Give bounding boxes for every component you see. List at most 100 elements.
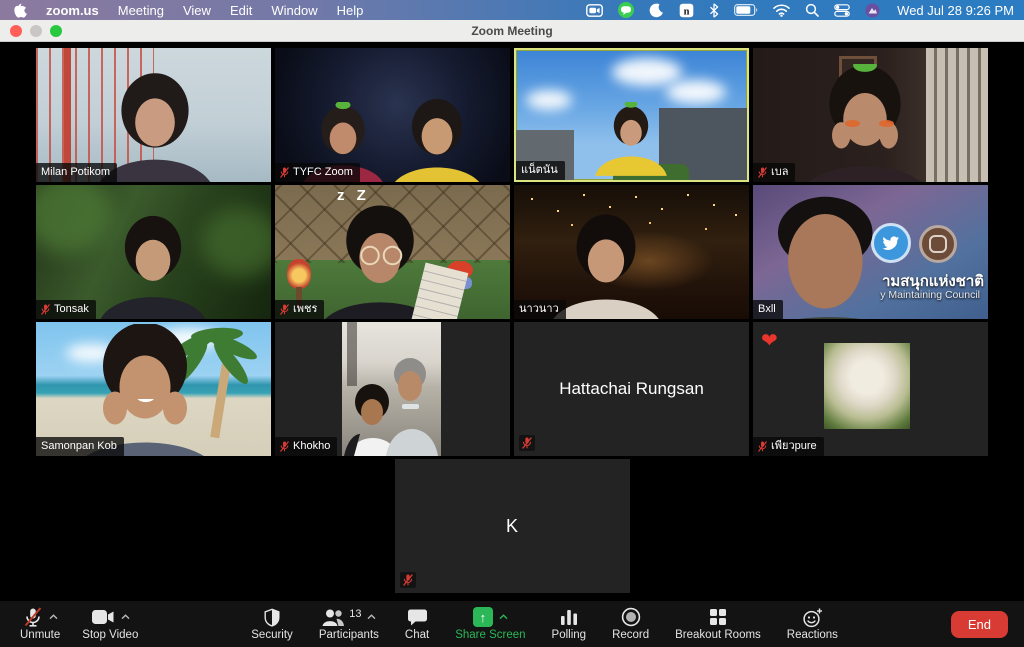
participants-button[interactable]: 13 Participants: [319, 601, 379, 647]
chevron-up-icon[interactable]: [49, 614, 58, 620]
video-grid: Milan Potikom TYFC Zoom: [0, 42, 1024, 601]
video-camera-icon: [91, 609, 115, 625]
chat-button[interactable]: Chat: [405, 601, 429, 647]
participant-name: Tonsak: [54, 304, 89, 315]
video-tile-tonsak[interactable]: Tonsak: [36, 185, 271, 319]
menu-item-edit[interactable]: Edit: [230, 3, 252, 18]
svg-text:n: n: [684, 6, 690, 17]
menu-item-help[interactable]: Help: [337, 3, 364, 18]
participant-name-tag: เพียวpure: [753, 437, 824, 456]
cloud: [526, 90, 572, 110]
minimize-window-button[interactable]: [30, 25, 42, 37]
app-icon[interactable]: [865, 2, 880, 18]
record-icon: [621, 607, 641, 627]
muted-mic-icon: [758, 167, 767, 178]
chevron-up-icon[interactable]: [499, 614, 508, 620]
share-screen-button[interactable]: ↑ Share Screen: [455, 601, 525, 647]
security-label: Security: [251, 629, 293, 641]
zoom-camera-icon[interactable]: [586, 2, 603, 18]
muted-mic-icon: [280, 167, 289, 178]
moon-icon[interactable]: [649, 2, 664, 18]
participant-name: แน็ตนัน: [521, 165, 558, 176]
polling-label: Polling: [552, 629, 587, 641]
breakout-rooms-label: Breakout Rooms: [675, 629, 761, 641]
wifi-icon[interactable]: [773, 2, 790, 18]
spotlight-icon[interactable]: [805, 2, 819, 18]
menu-bar-clock[interactable]: Wed Jul 28 9:26 PM: [897, 3, 1014, 18]
control-center-icon[interactable]: [834, 2, 850, 18]
participants-count: 13: [349, 606, 361, 620]
participant-name: TYFC Zoom: [293, 167, 353, 178]
participant-silhouette: [588, 102, 674, 178]
muted-mic-indicator: [519, 435, 535, 451]
video-tile-tyfc[interactable]: TYFC Zoom: [275, 48, 510, 182]
cloud: [612, 58, 682, 86]
participant-silhouette: [379, 96, 495, 182]
notion-icon[interactable]: n: [679, 2, 694, 18]
bridge-tower: [64, 48, 71, 182]
participant-name: เพียวpure: [771, 441, 817, 452]
participant-name-tag: Khokho: [275, 437, 337, 456]
record-button[interactable]: Record: [612, 601, 649, 647]
heart-reaction: ❤: [761, 328, 778, 353]
participant-name-tag: Samonpan Kob: [36, 437, 124, 456]
close-window-button[interactable]: [10, 25, 22, 37]
reactions-button[interactable]: Reactions: [787, 601, 838, 647]
muted-mic-icon: [403, 574, 413, 586]
background-overlay-text-english: y Maintaining Council: [880, 289, 980, 301]
grid-row-4: K: [395, 459, 630, 593]
video-tile-petch[interactable]: z Z เพชร: [275, 185, 510, 319]
shield-icon: [262, 607, 282, 628]
video-tile-natnan-active-speaker[interactable]: แน็ตนัน: [514, 48, 749, 182]
chat-bubble-icon: [407, 608, 428, 627]
breakout-rooms-button[interactable]: Breakout Rooms: [675, 601, 761, 647]
participant-name-tag: นาวนาว: [514, 300, 566, 319]
participant-name-tag: เบล: [753, 163, 795, 182]
battery-icon[interactable]: [734, 2, 758, 18]
participant-silhouette: [88, 211, 218, 319]
participant-silhouette: [781, 64, 949, 182]
participant-name: Bxll: [758, 304, 776, 315]
macos-menu-bar: zoom.us Meeting View Edit Window Help n: [0, 0, 1024, 20]
muted-mic-indicator: [400, 572, 416, 588]
video-tile-samonpan[interactable]: Samonpan Kob: [36, 322, 271, 456]
video-tile-k-video-off[interactable]: K: [395, 459, 630, 593]
video-tile-naonao[interactable]: นาวนาว: [514, 185, 749, 319]
up-arrow-glyph: ↑: [480, 611, 487, 624]
muted-mic-icon: [758, 441, 767, 452]
blush-filter: [879, 120, 894, 127]
dog-profile-photo: [824, 343, 910, 429]
participants-icon: [321, 608, 345, 627]
bluetooth-icon[interactable]: [709, 2, 719, 18]
video-tile-pure[interactable]: ❤ เพียวpure: [753, 322, 988, 456]
participant-name: เบล: [771, 167, 788, 178]
participant-display-name: K: [395, 459, 630, 593]
video-tile-bel[interactable]: เบล: [753, 48, 988, 182]
chat-label: Chat: [405, 629, 429, 641]
record-label: Record: [612, 629, 649, 641]
video-tile-bxll[interactable]: ามสนุกแห่งชาติ y Maintaining Council Bxl…: [753, 185, 988, 319]
unmute-button[interactable]: Unmute: [20, 601, 60, 647]
video-tile-hattachai-video-off[interactable]: Hattachai Rungsan: [514, 322, 749, 456]
video-tile-khokho[interactable]: Khokho: [275, 322, 510, 456]
security-button[interactable]: Security: [251, 601, 293, 647]
meeting-toolbar: Unmute Stop Video Security: [0, 601, 1024, 647]
menu-item-app[interactable]: zoom.us: [46, 3, 99, 18]
participant-name-tag: Bxll: [753, 300, 783, 319]
stop-video-button[interactable]: Stop Video: [82, 601, 138, 647]
apple-menu-icon[interactable]: [14, 3, 27, 18]
menu-item-meeting[interactable]: Meeting: [118, 3, 164, 18]
participant-name: Samonpan Kob: [41, 441, 117, 452]
end-meeting-button[interactable]: End: [951, 611, 1008, 638]
chevron-up-icon[interactable]: [367, 614, 376, 620]
video-tile-milan[interactable]: Milan Potikom: [36, 48, 271, 182]
fullscreen-window-button[interactable]: [50, 25, 62, 37]
reactions-smiley-icon: [802, 607, 823, 628]
participant-name-tag: เพชร: [275, 300, 324, 319]
chevron-up-icon[interactable]: [121, 614, 130, 620]
polling-button[interactable]: Polling: [552, 601, 587, 647]
menu-item-window[interactable]: Window: [271, 3, 317, 18]
line-icon[interactable]: [618, 2, 634, 18]
menu-item-view[interactable]: View: [183, 3, 211, 18]
muted-mic-icon: [280, 304, 289, 315]
